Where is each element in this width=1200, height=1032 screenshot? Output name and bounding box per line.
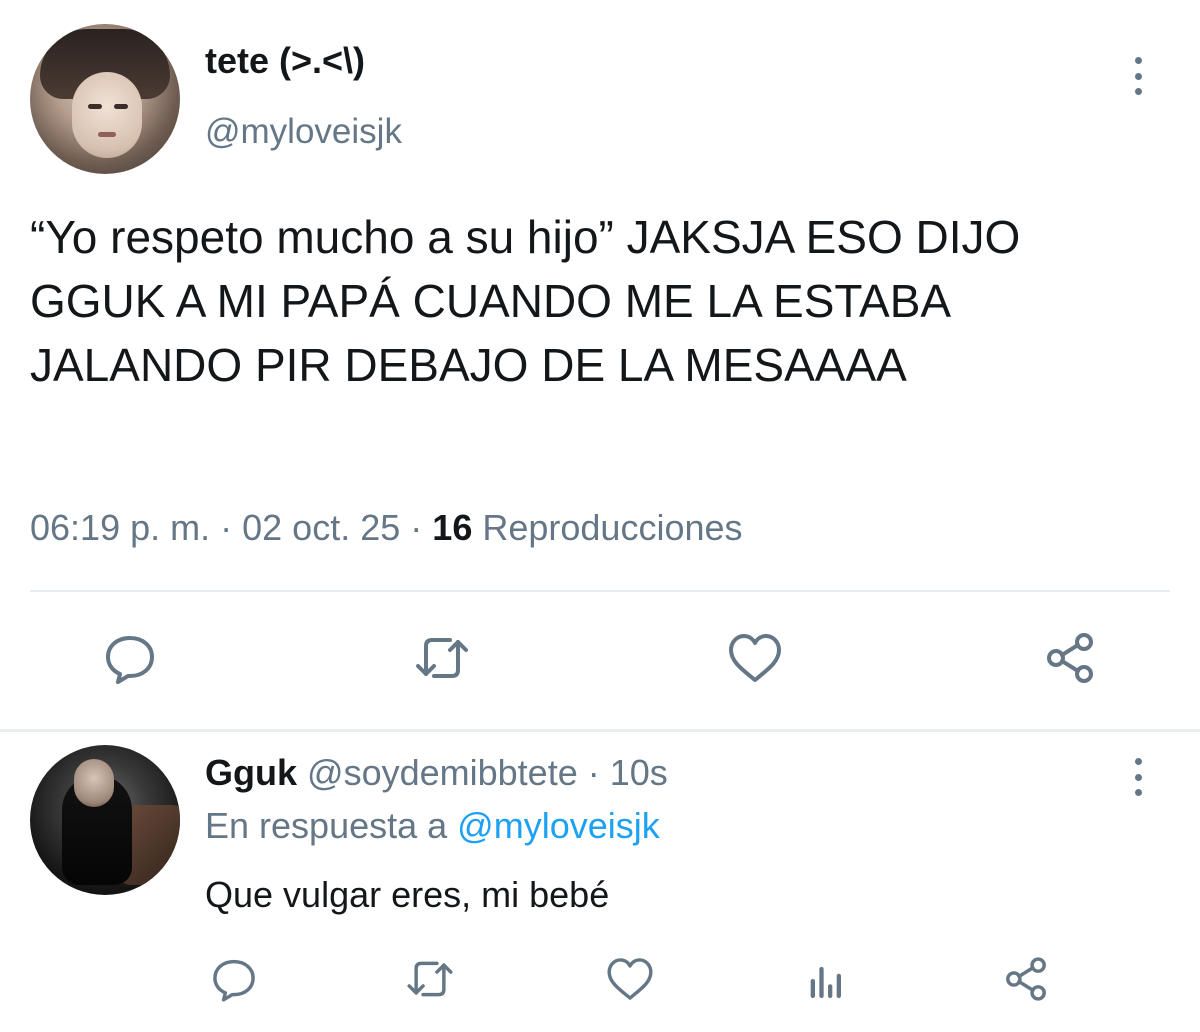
reply-prefix: En respuesta a: [205, 805, 448, 846]
avatar-face: [74, 759, 114, 807]
reply-text: Que vulgar eres, mi bebé: [205, 874, 610, 915]
avatar-eye: [114, 104, 128, 109]
like-button[interactable]: [725, 628, 785, 688]
views-count: 16: [432, 507, 473, 548]
user-handle[interactable]: @myloveisjk: [205, 112, 402, 152]
avatar-eye: [88, 104, 102, 109]
share-icon: [1047, 633, 1093, 683]
retweet-button[interactable]: [412, 628, 472, 688]
analytics-button[interactable]: [802, 953, 854, 1005]
mention-link[interactable]: @myloveisjk: [457, 805, 660, 846]
dot: [1134, 773, 1142, 781]
reply-icon: [106, 636, 154, 684]
retweet-button[interactable]: [404, 953, 456, 1005]
like-button[interactable]: [604, 953, 656, 1005]
meta-separator: ·: [587, 752, 600, 793]
display-name[interactable]: Gguk: [205, 752, 297, 793]
reply-time: 10s: [609, 752, 668, 793]
dot: [1134, 57, 1142, 64]
avatar-mouth: [98, 132, 116, 137]
retweet-icon: [407, 961, 453, 997]
tweet-text: “Yo respeto mucho a su hijo” JAKSJA ESO …: [30, 211, 1021, 391]
meta-separator: ·: [410, 507, 423, 548]
tweet-date: 02 oct. 25: [242, 507, 401, 548]
like-icon: [729, 634, 781, 682]
like-icon: [607, 958, 653, 1000]
more-options-icon[interactable]: [1134, 758, 1142, 796]
dot: [1134, 758, 1142, 765]
avatar[interactable]: [30, 24, 180, 174]
reply-icon: [213, 959, 255, 1002]
reply-button[interactable]: [100, 628, 160, 688]
share-button[interactable]: [1000, 953, 1052, 1005]
divider: [30, 590, 1170, 592]
avatar-face: [72, 72, 142, 158]
dot: [1134, 88, 1142, 95]
reply-header: Gguk @soydemibbtete · 10s: [205, 752, 668, 794]
dot: [1134, 72, 1142, 80]
section-divider: [0, 729, 1200, 732]
share-button[interactable]: [1040, 628, 1100, 688]
meta-separator: ·: [220, 507, 233, 548]
share-icon: [1006, 957, 1046, 1001]
user-handle[interactable]: @soydemibbtete: [307, 752, 578, 793]
retweet-icon: [416, 638, 468, 678]
more-options-icon[interactable]: [1134, 57, 1142, 95]
reply-button[interactable]: [208, 953, 260, 1005]
tweet-meta: 06:19 p. m. · 02 oct. 25 · 16 Reproducci…: [30, 507, 743, 549]
avatar[interactable]: [30, 745, 180, 895]
reply-context: En respuesta a @myloveisjk: [205, 805, 660, 847]
tweet-time: 06:19 p. m.: [30, 507, 211, 548]
display-name[interactable]: tete (>.<\): [205, 40, 365, 82]
dot: [1134, 789, 1142, 796]
views-label: Reproducciones: [482, 507, 743, 548]
analytics-icon: [810, 966, 841, 999]
